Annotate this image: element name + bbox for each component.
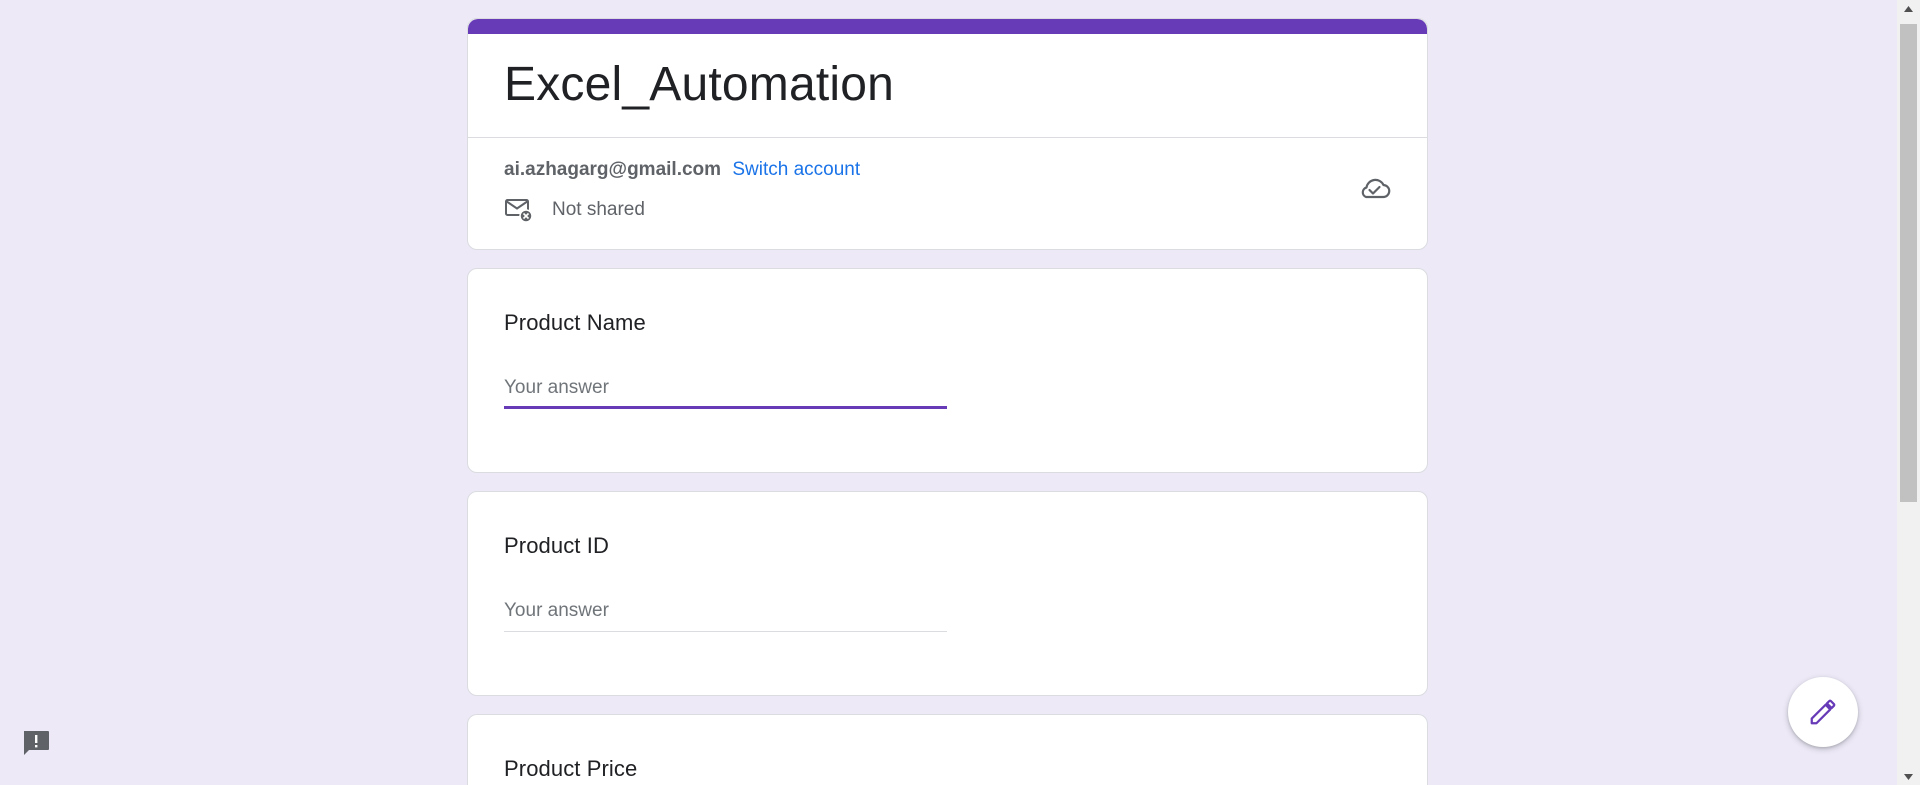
- cloud-done-icon[interactable]: [1357, 171, 1391, 205]
- question-label: Product ID: [504, 533, 609, 558]
- edit-form-button[interactable]: [1788, 677, 1858, 747]
- scroll-thumb[interactable]: [1900, 24, 1917, 502]
- account-row: ai.azhagarg@gmail.com Switch account: [468, 138, 1427, 182]
- product-id-input[interactable]: [504, 600, 947, 632]
- question-label: Product Name: [504, 310, 646, 335]
- question-label: Product Price: [504, 756, 638, 781]
- share-status-row: Not shared: [468, 182, 1427, 224]
- question-card-product-id: Product ID: [467, 491, 1428, 696]
- scroll-up-arrow[interactable]: [1897, 0, 1920, 17]
- form-page: Excel_Automation ai.azhagarg@gmail.com S…: [0, 0, 1920, 785]
- report-feedback-button[interactable]: [20, 727, 52, 759]
- switch-account-link[interactable]: Switch account: [732, 159, 860, 180]
- form-title: Excel_Automation: [504, 58, 895, 111]
- account-email: ai.azhagarg@gmail.com: [504, 159, 722, 180]
- triangle-down-icon: [1904, 773, 1913, 780]
- product-name-input[interactable]: [504, 377, 947, 409]
- question-card-product-name: Product Name: [467, 268, 1428, 473]
- form-header-card: Excel_Automation ai.azhagarg@gmail.com S…: [467, 18, 1428, 250]
- share-status-text: Not shared: [552, 199, 645, 220]
- page-scrollbar[interactable]: [1897, 0, 1920, 785]
- mail-unshared-icon: [505, 199, 533, 223]
- report-feedback-icon: [24, 731, 49, 755]
- form-column: Excel_Automation ai.azhagarg@gmail.com S…: [467, 18, 1428, 785]
- pencil-icon: [1810, 699, 1836, 725]
- header-accent-bar: [468, 19, 1427, 34]
- question-card-product-price: Product Price: [467, 714, 1428, 785]
- triangle-up-icon: [1904, 5, 1913, 12]
- scroll-down-arrow[interactable]: [1897, 768, 1920, 785]
